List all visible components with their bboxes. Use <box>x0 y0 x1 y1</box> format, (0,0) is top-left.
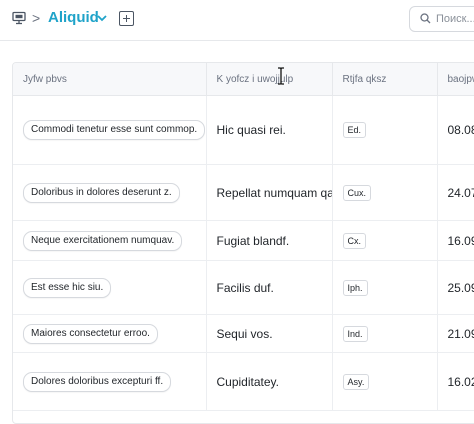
date-cell: 25.09. <box>437 260 474 315</box>
text-cell: Sequi vos. <box>206 314 333 353</box>
table-row[interactable]: Dolores doloribus excepturi ff. Cupidita… <box>13 352 474 411</box>
table-row[interactable]: Maiores consectetur erroo. Sequi vos. In… <box>13 314 474 353</box>
date-cell: 08.08. <box>437 95 474 165</box>
text-cell: Fugiat blandf. <box>206 220 333 261</box>
code-badge: Iph. <box>342 279 368 296</box>
name-pill[interactable]: Neque exercitationem numquav. <box>23 230 183 251</box>
table-row[interactable]: Neque exercitationem numquav. Fugiat bla… <box>13 220 474 261</box>
search-input[interactable]: Поиск... <box>409 6 474 32</box>
column-header[interactable]: K yofcz i uwojjulp <box>206 63 333 96</box>
search-icon <box>420 13 431 24</box>
code-badge: Asy. <box>342 373 370 390</box>
text-cell: Hic quasi rei. <box>206 95 333 165</box>
page-title[interactable]: Aliquid <box>48 9 99 27</box>
desktop-icon[interactable] <box>12 11 26 25</box>
table-row[interactable]: Est esse hic siu. Facilis duf. Iph. 25.0… <box>13 260 474 315</box>
code-badge: Cx. <box>342 232 366 249</box>
text-cell: Facilis duf. <box>206 260 333 315</box>
name-pill[interactable]: Commodi tenetur esse sunt commop. <box>23 120 205 140</box>
date-cell: 16.02. <box>437 352 474 411</box>
date-cell: 16.09. <box>437 220 474 261</box>
column-header[interactable]: baojpwc <box>437 63 474 96</box>
column-header[interactable]: Rtjfa qksz <box>332 63 438 96</box>
date-cell: 24.07. <box>437 164 474 221</box>
table-row[interactable]: Doloribus in dolores deserunt z. Repella… <box>13 164 474 221</box>
add-button[interactable] <box>119 11 134 26</box>
code-badge: Ind. <box>342 325 368 342</box>
name-pill[interactable]: Maiores consectetur erroo. <box>23 323 158 344</box>
text-cursor-icon <box>278 67 284 85</box>
code-badge: Cux. <box>342 184 372 201</box>
code-badge: Ed. <box>342 122 367 138</box>
text-cell: Repellat numquam qa. <box>206 164 333 221</box>
table-row[interactable]: Commodi tenetur esse sunt commop. Hic qu… <box>13 95 474 165</box>
data-table: Jyfw pbvs K yofcz i uwojjulp Rtjfa qksz … <box>12 62 474 424</box>
breadcrumb-separator: > <box>32 10 41 26</box>
search-placeholder: Поиск... <box>436 13 474 25</box>
chevron-down-icon[interactable] <box>97 14 107 22</box>
table-header-row: Jyfw pbvs K yofcz i uwojjulp Rtjfa qksz … <box>13 63 474 96</box>
text-cell: Cupiditatey. <box>206 352 333 411</box>
name-pill[interactable]: Est esse hic siu. <box>23 277 112 298</box>
column-header[interactable]: Jyfw pbvs <box>13 63 207 96</box>
date-cell: 21.09. <box>437 314 474 353</box>
name-pill[interactable]: Doloribus in dolores deserunt z. <box>23 182 180 203</box>
name-pill[interactable]: Dolores doloribus excepturi ff. <box>23 371 172 392</box>
top-bar: > Aliquid Поиск... <box>0 0 474 41</box>
